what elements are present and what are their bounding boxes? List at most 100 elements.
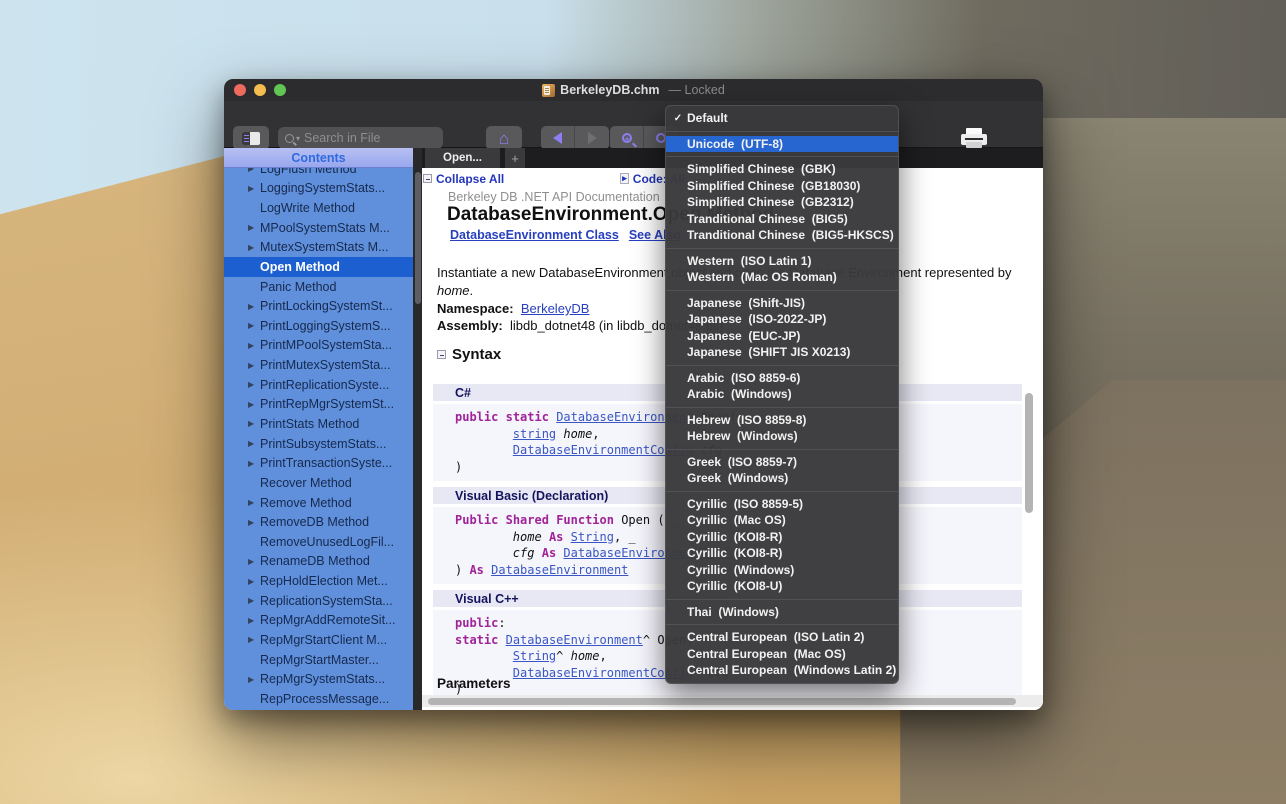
vertical-scrollbar-thumb[interactable] xyxy=(1025,393,1033,513)
disclosure-triangle-icon[interactable]: ▶ xyxy=(248,168,260,173)
minimize-window-button[interactable] xyxy=(254,84,266,96)
menu-item-simplified-chinese-gb18030-[interactable]: Simplified Chinese (GB18030) xyxy=(666,178,898,195)
zoom-window-button[interactable] xyxy=(274,84,286,96)
sidebar-item-loggingsystemstats-[interactable]: ▶LoggingSystemStats... xyxy=(224,179,413,199)
menu-item-greek-windows-[interactable]: Greek (Windows) xyxy=(666,470,898,487)
menu-item-cyrillic-windows-[interactable]: Cyrillic (Windows) xyxy=(666,562,898,579)
sidebar-item-renamedb-method[interactable]: ▶RenameDB Method xyxy=(224,552,413,572)
sidebar-item-printrepmgrsystemst-[interactable]: ▶PrintRepMgrSystemSt... xyxy=(224,395,413,415)
sidebar-item-panic-method[interactable]: Panic Method xyxy=(224,277,413,297)
menu-item-simplified-chinese-gb2312-[interactable]: Simplified Chinese (GB2312) xyxy=(666,194,898,211)
sidebar-item-printstats-method[interactable]: ▶PrintStats Method xyxy=(224,414,413,434)
collapse-all-link[interactable]: Collapse All xyxy=(436,172,504,186)
disclosure-triangle-icon[interactable]: ▶ xyxy=(248,635,260,644)
new-tab-button[interactable]: + xyxy=(505,148,525,168)
history-forward-button[interactable] xyxy=(575,126,609,150)
sidebar-item-logwrite-method[interactable]: LogWrite Method xyxy=(224,198,413,218)
menu-item-arabic-iso-8859-6-[interactable]: Arabic (ISO 8859-6) xyxy=(666,370,898,387)
menu-item-tranditional-chinese-big5-hkscs-[interactable]: Tranditional Chinese (BIG5-HKSCS) xyxy=(666,227,898,244)
menu-item-tranditional-chinese-big5-[interactable]: Tranditional Chinese (BIG5) xyxy=(666,211,898,228)
sidebar-item-replicationsystemsta-[interactable]: ▶ReplicationSystemSta... xyxy=(224,591,413,611)
disclosure-triangle-icon[interactable]: ▶ xyxy=(248,557,260,566)
sidebar-item-printsubsystemstats-[interactable]: ▶PrintSubsystemStats... xyxy=(224,434,413,454)
sidebar-item-repmgrstartmaster-[interactable]: RepMgrStartMaster... xyxy=(224,650,413,670)
sidebar-item-repholdelection-met-[interactable]: ▶RepHoldElection Met... xyxy=(224,571,413,591)
disclosure-triangle-icon[interactable]: ▶ xyxy=(248,361,260,370)
sidebar-item-mpoolsystemstats-m-[interactable]: ▶MPoolSystemStats M... xyxy=(224,218,413,238)
disclosure-triangle-icon[interactable]: ▶ xyxy=(248,459,260,468)
menu-item-cyrillic-koi8-u-[interactable]: Cyrillic (KOI8-U) xyxy=(666,578,898,595)
sidebar-header[interactable]: Contents xyxy=(224,148,413,168)
sidebar-item-printmpoolsystemsta-[interactable]: ▶PrintMPoolSystemSta... xyxy=(224,336,413,356)
disclosure-triangle-icon[interactable]: ▶ xyxy=(248,341,260,350)
disclosure-triangle-icon[interactable]: ▶ xyxy=(248,400,260,409)
code-type-link[interactable]: DatabaseEnvironment xyxy=(506,633,643,647)
sidebar-item-repmgraddremotesit-[interactable]: ▶RepMgrAddRemoteSit... xyxy=(224,610,413,630)
menu-item-western-iso-latin-1-[interactable]: Western (ISO Latin 1) xyxy=(666,253,898,270)
disclosure-triangle-icon[interactable]: ▶ xyxy=(248,439,260,448)
menu-item-cyrillic-koi8-r-[interactable]: Cyrillic (KOI8-R) xyxy=(666,545,898,562)
code-type-link[interactable]: String xyxy=(513,649,556,663)
search-field[interactable]: ▾ xyxy=(278,127,443,149)
sidebar-item-removeunusedlogfil-[interactable]: RemoveUnusedLogFil... xyxy=(224,532,413,552)
menu-item-japanese-shift-jis-[interactable]: Japanese (Shift-JIS) xyxy=(666,295,898,312)
menu-item-cyrillic-koi8-r-[interactable]: Cyrillic (KOI8-R) xyxy=(666,529,898,546)
disclosure-triangle-icon[interactable]: ▶ xyxy=(248,380,260,389)
disclosure-triangle-icon[interactable]: ▶ xyxy=(248,321,260,330)
history-back-button[interactable] xyxy=(541,126,575,150)
menu-item-central-european-iso-latin-2-[interactable]: Central European (ISO Latin 2) xyxy=(666,629,898,646)
zoom-in-button[interactable]: + xyxy=(610,126,644,150)
disclosure-triangle-icon[interactable]: ▶ xyxy=(248,302,260,311)
sidebar-item-printreplicationsyste-[interactable]: ▶PrintReplicationSyste... xyxy=(224,375,413,395)
sidebar-item-logflush-method[interactable]: ▶LogFlush Method xyxy=(224,168,413,179)
menu-item-central-european-mac-os-[interactable]: Central European (Mac OS) xyxy=(666,646,898,663)
menu-item-western-mac-os-roman-[interactable]: Western (Mac OS Roman) xyxy=(666,269,898,286)
disclosure-triangle-icon[interactable]: ▶ xyxy=(248,498,260,507)
sidebar-scrollbar[interactable] xyxy=(413,148,422,710)
disclosure-triangle-icon[interactable]: ▶ xyxy=(248,243,260,252)
sidebar-item-printloggingsystems-[interactable]: ▶PrintLoggingSystemS... xyxy=(224,316,413,336)
tab-open-method[interactable]: Open... xyxy=(425,148,500,168)
menu-item-hebrew-iso-8859-8-[interactable]: Hebrew (ISO 8859-8) xyxy=(666,412,898,429)
titlebar[interactable]: BerkeleyDB.chm — Locked xyxy=(224,79,1043,101)
disclosure-triangle-icon[interactable]: ▶ xyxy=(248,223,260,232)
disclosure-triangle-icon[interactable]: ▶ xyxy=(248,577,260,586)
sidebar-item-printlockingsystemst-[interactable]: ▶PrintLockingSystemSt... xyxy=(224,296,413,316)
menu-item-japanese-iso-2022-jp-[interactable]: Japanese (ISO-2022-JP) xyxy=(666,311,898,328)
sidebar-item-recover-method[interactable]: Recover Method xyxy=(224,473,413,493)
home-button[interactable]: ⌂ xyxy=(486,126,522,150)
sidebar-item-repmgrsystemstats-[interactable]: ▶RepMgrSystemStats... xyxy=(224,669,413,689)
code-type-link[interactable]: String xyxy=(571,530,614,544)
sidebar-item-mutexsystemstats-m-[interactable]: ▶MutexSystemStats M... xyxy=(224,238,413,258)
print-button[interactable] xyxy=(958,126,990,150)
doc-link-databaseenvironment-class[interactable]: DatabaseEnvironment Class xyxy=(450,228,619,242)
syntax-collapse-icon[interactable] xyxy=(437,350,446,359)
collapse-all-icon[interactable] xyxy=(423,174,432,183)
sidebar-item-remove-method[interactable]: ▶Remove Method xyxy=(224,493,413,513)
menu-item-japanese-euc-jp-[interactable]: Japanese (EUC-JP) xyxy=(666,328,898,345)
menu-item-thai-windows-[interactable]: Thai (Windows) xyxy=(666,604,898,621)
sidebar-toggle-button[interactable] xyxy=(233,126,269,150)
disclosure-triangle-icon[interactable]: ▶ xyxy=(248,675,260,684)
sidebar-item-repprocessmessage-[interactable]: RepProcessMessage... xyxy=(224,689,413,709)
code-type-link[interactable]: DatabaseEnvironment xyxy=(491,563,628,577)
code-all-icon[interactable]: ▸ xyxy=(620,173,629,184)
horizontal-scrollbar[interactable] xyxy=(422,695,1043,707)
disclosure-triangle-icon[interactable]: ▶ xyxy=(248,596,260,605)
search-input[interactable] xyxy=(304,131,436,145)
menu-item-central-european-windows-latin-2-[interactable]: Central European (Windows Latin 2) xyxy=(666,662,898,679)
menu-item-japanese-shift-jis-x0213-[interactable]: Japanese (SHIFT JIS X0213) xyxy=(666,344,898,361)
sidebar-item-printtransactionsyste-[interactable]: ▶PrintTransactionSyste... xyxy=(224,453,413,473)
disclosure-triangle-icon[interactable]: ▶ xyxy=(248,616,260,625)
sidebar-scrollbar-thumb[interactable] xyxy=(415,172,421,304)
menu-item-hebrew-windows-[interactable]: Hebrew (Windows) xyxy=(666,428,898,445)
menu-item-arabic-windows-[interactable]: Arabic (Windows) xyxy=(666,386,898,403)
menu-item-cyrillic-mac-os-[interactable]: Cyrillic (Mac OS) xyxy=(666,512,898,529)
disclosure-triangle-icon[interactable]: ▶ xyxy=(248,184,260,193)
horizontal-scrollbar-thumb[interactable] xyxy=(428,698,1016,705)
sidebar-item-repmgrstartclient-m-[interactable]: ▶RepMgrStartClient M... xyxy=(224,630,413,650)
menu-item-default[interactable]: ✓Default xyxy=(666,110,898,127)
sidebar-item-printmutexsystemsta-[interactable]: ▶PrintMutexSystemSta... xyxy=(224,355,413,375)
close-window-button[interactable] xyxy=(234,84,246,96)
sidebar-item-removedb-method[interactable]: ▶RemoveDB Method xyxy=(224,512,413,532)
